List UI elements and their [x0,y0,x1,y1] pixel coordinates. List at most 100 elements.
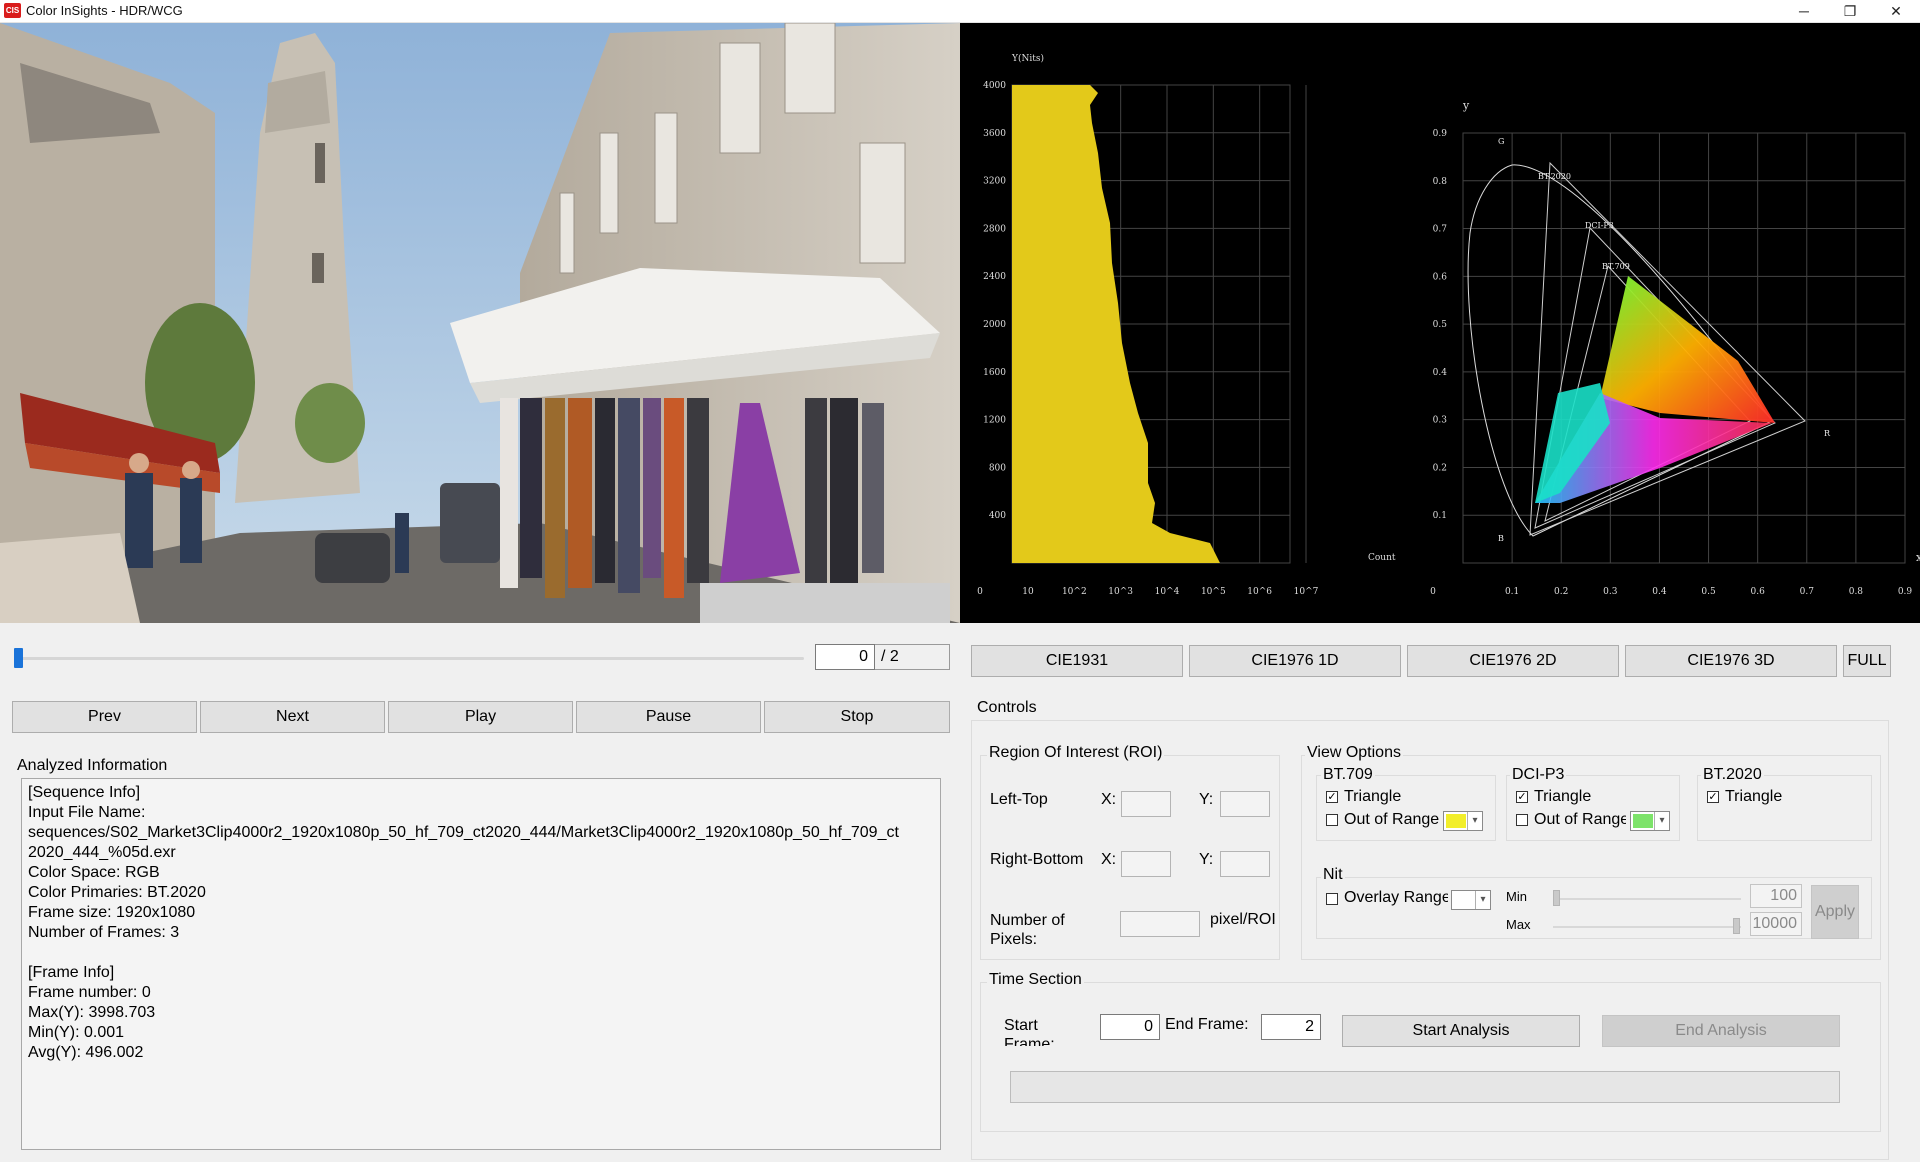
next-button[interactable]: Next [200,701,385,733]
frame-slider-track[interactable] [14,657,804,660]
start-frame-input[interactable]: 0 [1100,1014,1160,1040]
prev-button[interactable]: Prev [12,701,197,733]
time-section-group [980,982,1881,1132]
chroma-y-tick: 0.6 [1433,272,1448,282]
right-bottom-y-input[interactable] [1220,851,1270,877]
tab-full[interactable]: FULL [1843,645,1891,677]
luminance-histogram: Y(Nits) 40003600320028002400200016001200… [977,53,1396,597]
bt709-triangle-checkbox[interactable]: ✓ [1326,791,1338,803]
chevron-down-icon: ▾ [1475,891,1490,909]
chroma-x-tick: 0.5 [1701,587,1716,597]
play-button[interactable]: Play [388,701,573,733]
chart-panel: Y(Nits) 4000 3600 3200 2800 2400 2000 1600 1200… [960,23,1920,623]
close-button[interactable]: ✕ [1873,0,1919,22]
overlay-range-checkbox[interactable] [1326,893,1338,905]
chroma-label-dcip3: DCI-P3 [1585,221,1614,230]
chroma-x-tick: 0 [1430,587,1436,597]
pause-button[interactable]: Pause [576,701,761,733]
chroma-y-tick: 0.7 [1433,225,1448,235]
chroma-x-tick: 0.1 [1505,587,1519,597]
frame-slider-thumb[interactable] [14,648,23,668]
dcip3-triangle-checkbox[interactable]: ✓ [1516,791,1528,803]
nit-max-slider-track[interactable] [1553,926,1741,928]
chevron-down-icon: ▾ [1654,812,1669,830]
bt2020-triangle-checkbox[interactable]: ✓ [1707,791,1719,803]
info-line: Frame number: 0 [28,984,151,1001]
tab-cie1931[interactable]: CIE1931 [971,645,1183,677]
info-line: Color Space: RGB [28,864,160,881]
bt2020-group [1697,775,1872,841]
chroma-label-r: R [1824,429,1831,438]
bt709-out-of-range-checkbox[interactable] [1326,814,1338,826]
left-top-x-input[interactable] [1121,791,1171,817]
chroma-y-tick: 0.3 [1433,416,1448,426]
dcip3-out-of-range-checkbox[interactable] [1516,814,1528,826]
bt709-group [1316,775,1496,841]
histogram-y-tick: 2000 [983,320,1006,330]
chroma-label-bt709: BT.709 [1602,262,1630,271]
stop-button[interactable]: Stop [764,701,950,733]
analyzed-info-title: Analyzed Information [17,757,168,774]
tab-cie1976-3d[interactable]: CIE1976 3D [1625,645,1837,677]
bt709-color-swatch [1446,814,1466,828]
dcip3-triangle-label: Triangle [1534,788,1592,805]
info-line [28,943,934,963]
histogram-y-tick: 1200 [983,416,1006,426]
tab-cie1976-1d[interactable]: CIE1976 1D [1189,645,1401,677]
histogram-x-tick: 10^6 [1247,587,1272,597]
chroma-x-tick: 0.4 [1652,587,1667,597]
end-frame-input[interactable]: 2 [1261,1014,1321,1040]
overlay-color-picker[interactable]: ▾ [1451,890,1491,910]
left-top-y-input[interactable] [1220,791,1270,817]
left-top-y-label: Y: [1199,791,1214,808]
info-line: Number of Frames: 3 [28,924,180,941]
chroma-x-tick: 0.7 [1800,587,1815,597]
restore-button[interactable]: ❐ [1827,0,1873,22]
histogram-y-tick: 3600 [983,129,1006,139]
nit-max-label: Max [1506,917,1531,932]
app-logo-icon: CIS [4,3,21,18]
info-line: sequences/S02_Market3Clip4000r2_1920x108… [28,824,899,841]
chroma-x-axis-label: x [1916,551,1920,564]
chromaticity-diagram: y x 0.9 0.8 0.7 0.6 0.5 0.4 0.3 0.2 0.1 0 0.1 0.2 0… [1430,99,1920,597]
view-options-title: View Options [1305,744,1403,762]
chroma-label-b: B [1498,534,1504,543]
histogram-y-ticks: 4000 3600 3200 2800 2400 2000 1600 1200 800 400 [983,81,1006,521]
end-frame-label: End Frame: [1165,1016,1249,1033]
histogram-y-tick: 1600 [983,368,1006,378]
histogram-y-tick: 2400 [983,272,1006,282]
start-analysis-button[interactable]: Start Analysis [1342,1015,1580,1047]
right-bottom-x-input[interactable] [1121,851,1171,877]
nit-max-value[interactable]: 10000 [1750,912,1802,936]
bt2020-title: BT.2020 [1701,766,1764,784]
analyzed-info-text: [Sequence Info] Input File Name: sequenc… [21,778,941,1150]
overlay-color-swatch [1454,893,1474,907]
histogram-y-tick: 2800 [983,224,1006,234]
chroma-x-tick: 0.9 [1898,587,1913,597]
nit-min-label: Min [1506,889,1527,904]
frame-current-field[interactable]: 0 [815,644,875,670]
end-analysis-button[interactable]: End Analysis [1602,1015,1840,1047]
tab-cie1976-2d[interactable]: CIE1976 2D [1407,645,1619,677]
chroma-y-tick: 0.1 [1433,511,1447,521]
nit-min-slider-track[interactable] [1553,898,1741,900]
histogram-x-ticks: 0 10 10^2 10^3 10^4 10^5 10^6 10^7 [977,587,1318,597]
histogram-y-title: Y(Nits) [1011,53,1044,64]
info-line: Input File Name: [28,804,146,821]
histogram-x-title: Count [1368,553,1396,563]
histogram-y-tick: 800 [989,463,1006,473]
apply-button[interactable]: Apply [1811,885,1859,939]
nit-min-slider-thumb[interactable] [1553,890,1560,906]
title-bar: CIS Color InSights - HDR/WCG ─ ❐ ✕ [0,0,1920,23]
chroma-y-tick: 0.9 [1433,129,1448,139]
minimize-button[interactable]: ─ [1781,0,1827,22]
chroma-label-bt2020: BT.2020 [1538,172,1571,181]
nit-min-value[interactable]: 100 [1750,884,1802,908]
histogram-x-tick: 10^2 [1062,587,1087,597]
histogram-x-tick: 10 [1022,587,1034,597]
bt709-color-picker[interactable]: ▾ [1443,811,1483,831]
dcip3-color-picker[interactable]: ▾ [1630,811,1670,831]
nit-max-slider-thumb[interactable] [1733,918,1740,934]
window-title: Color InSights - HDR/WCG [26,3,183,18]
info-line: Min(Y): 0.001 [28,1024,125,1041]
